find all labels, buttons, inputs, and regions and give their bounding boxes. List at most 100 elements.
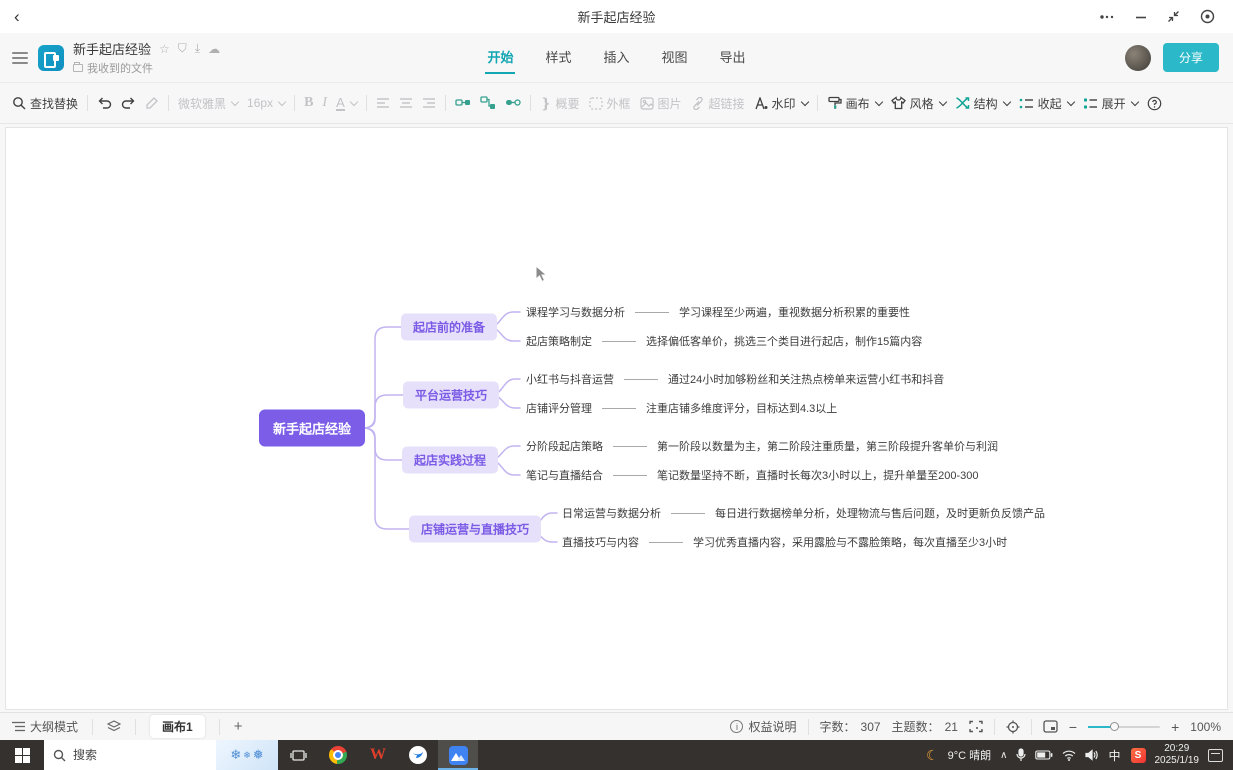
tab-insert[interactable]: 插入 — [601, 41, 631, 74]
font-family-select[interactable]: 微软雅黑 — [178, 95, 238, 112]
subtopic-label[interactable]: 分阶段起店策略 — [526, 438, 603, 454]
frame-icon — [589, 97, 603, 110]
canvas-tab-1[interactable]: 画布1 — [150, 715, 205, 738]
more-menu-button[interactable] — [1099, 10, 1115, 24]
font-size-select[interactable]: 16px — [247, 96, 285, 110]
style-button[interactable]: 风格 — [891, 95, 946, 112]
structure-button[interactable]: 结构 — [955, 95, 1010, 112]
wps-app-icon[interactable]: W — [358, 740, 398, 770]
help-button[interactable] — [1147, 96, 1162, 111]
subtopic-label[interactable]: 起店策略制定 — [526, 333, 592, 349]
canvas-settings-button[interactable]: 画布 — [827, 95, 882, 112]
volume-icon[interactable] — [1085, 749, 1098, 761]
rights-info-button[interactable]: i 权益说明 — [730, 718, 796, 735]
find-replace-button[interactable]: 查找替换 — [12, 95, 78, 112]
format-painter-button[interactable] — [145, 96, 159, 110]
tab-style[interactable]: 样式 — [543, 41, 573, 74]
minimap-button[interactable] — [1043, 720, 1058, 733]
mindmap-canvas[interactable]: 新手起店经验 起店前的准备 平台运营技巧 起店实践过程 店铺运营与直播技巧 课程… — [5, 127, 1228, 710]
subtopic-row: 课程学习与数据分析 学习课程至少两遍，重视数据分析积累的重要性 — [526, 304, 910, 320]
redo-button[interactable] — [121, 96, 136, 110]
branch-node-1[interactable]: 起店前的准备 — [401, 314, 497, 341]
task-view-button[interactable] — [278, 740, 318, 770]
notification-center-icon[interactable] — [1208, 749, 1223, 762]
subtopic-detail[interactable]: 选择偏低客单价，挑选三个类目进行起店，制作15篇内容 — [646, 333, 922, 349]
battery-icon[interactable] — [1035, 750, 1053, 760]
watermark-button[interactable]: 水印 — [754, 95, 808, 112]
tray-weather[interactable]: 9°C 晴朗 — [948, 747, 992, 763]
weather-moon-icon[interactable]: ☾ — [926, 747, 939, 764]
frame-button[interactable]: 外框 — [589, 95, 631, 112]
subtopic-label[interactable]: 课程学习与数据分析 — [526, 304, 625, 320]
bold-button[interactable]: B — [304, 95, 313, 111]
zoom-slider-knob[interactable] — [1110, 722, 1119, 731]
font-color-button[interactable]: A — [336, 96, 357, 111]
search-icon — [12, 96, 26, 110]
dingtalk-app-icon[interactable] — [398, 740, 438, 770]
insert-subtopic-button[interactable] — [480, 96, 496, 110]
subtopic-detail[interactable]: 笔记数量坚持不断，直播时长每次3小时以上，提升单量至200-300 — [657, 467, 979, 483]
share-button[interactable]: 分享 — [1163, 43, 1219, 72]
locate-center-button[interactable] — [1006, 720, 1020, 734]
tab-home[interactable]: 开始 — [485, 41, 515, 74]
weather-widget[interactable]: ❄ ❄ ❅ — [216, 740, 278, 770]
insert-topic-button[interactable] — [455, 96, 471, 110]
microphone-icon[interactable] — [1016, 748, 1026, 762]
tab-view[interactable]: 视图 — [660, 41, 690, 74]
summary-button[interactable]: ❵概要 — [540, 95, 580, 112]
zoom-level: 100% — [1190, 720, 1221, 734]
mindmap-root-node[interactable]: 新手起店经验 — [259, 410, 365, 447]
subtopic-detail[interactable]: 第一阶段以数量为主，第二阶段注重质量，第三阶段提升客单价与利润 — [657, 438, 998, 454]
hyperlink-button[interactable]: 超链接 — [691, 95, 745, 112]
fit-screen-icon — [969, 720, 983, 733]
close-button[interactable] — [1200, 9, 1215, 24]
branch-node-2[interactable]: 平台运营技巧 — [403, 382, 499, 409]
wifi-icon[interactable] — [1062, 750, 1076, 761]
zoom-in-button[interactable]: + — [1171, 719, 1179, 735]
align-center-button[interactable] — [399, 97, 413, 109]
subtopic-label[interactable]: 小红书与抖音运营 — [526, 371, 614, 387]
subtopic-detail[interactable]: 学习优秀直播内容，采用露脸与不露脸策略，每次直播至少3小时 — [693, 534, 1007, 550]
subtopic-label[interactable]: 笔记与直播结合 — [526, 467, 603, 483]
outline-mode-button[interactable]: 大纲模式 — [12, 718, 78, 735]
collapse-button[interactable]: 收起 — [1019, 95, 1074, 112]
subtopic-detail[interactable]: 通过24小时加够粉丝和关注热点榜单来运营小红书和抖音 — [668, 371, 944, 387]
subtopic-detail[interactable]: 注重店铺多维度评分，目标达到4.3以上 — [646, 400, 837, 416]
start-button[interactable] — [0, 740, 44, 770]
undo-button[interactable] — [97, 96, 112, 110]
user-avatar[interactable] — [1125, 45, 1151, 71]
expand-button[interactable]: 展开 — [1083, 95, 1138, 112]
branch-node-4[interactable]: 店铺运营与直播技巧 — [409, 516, 541, 543]
align-left-button[interactable] — [376, 97, 390, 109]
tab-export[interactable]: 导出 — [718, 41, 748, 74]
branch-node-3[interactable]: 起店实践过程 — [402, 447, 498, 474]
zoom-out-button[interactable]: − — [1069, 719, 1077, 735]
insert-parent-topic-button[interactable] — [505, 96, 521, 110]
image-button[interactable]: 图片 — [640, 95, 682, 112]
align-right-button[interactable] — [422, 97, 436, 109]
subtopic-detail[interactable]: 学习课程至少两遍，重视数据分析积累的重要性 — [679, 304, 910, 320]
taskbar-search[interactable] — [44, 740, 216, 770]
fit-screen-button[interactable] — [969, 720, 983, 733]
chrome-app-icon[interactable] — [318, 740, 358, 770]
search-input[interactable] — [73, 748, 183, 762]
outline-icon — [12, 721, 25, 732]
zoom-slider[interactable] — [1088, 726, 1160, 728]
subtopic-label[interactable]: 直播技巧与内容 — [562, 534, 639, 550]
ime-indicator[interactable]: 中 — [1107, 746, 1121, 765]
subtopic-detail[interactable]: 每日进行数据榜单分析，处理物流与售后问题，及时更新负反馈产品 — [715, 505, 1045, 521]
taskbar-clock[interactable]: 20:29 2025/1/19 — [1155, 743, 1200, 768]
snowflake-icon: ❅ — [253, 747, 264, 763]
add-canvas-button[interactable]: + — [234, 718, 243, 735]
restore-button[interactable] — [1167, 10, 1180, 23]
minimize-button[interactable] — [1135, 11, 1147, 23]
layers-button[interactable] — [107, 720, 121, 733]
sogou-input-icon[interactable]: S — [1131, 748, 1146, 763]
brace-icon: ❵ — [540, 95, 552, 112]
subtopic-label[interactable]: 店铺评分管理 — [526, 400, 592, 416]
align-left-icon — [376, 97, 390, 109]
mindmap-app-icon[interactable] — [438, 740, 478, 770]
italic-button[interactable]: I — [322, 95, 327, 111]
subtopic-label[interactable]: 日常运营与数据分析 — [562, 505, 661, 521]
hidden-icons-button[interactable]: ∧ — [1000, 750, 1007, 761]
